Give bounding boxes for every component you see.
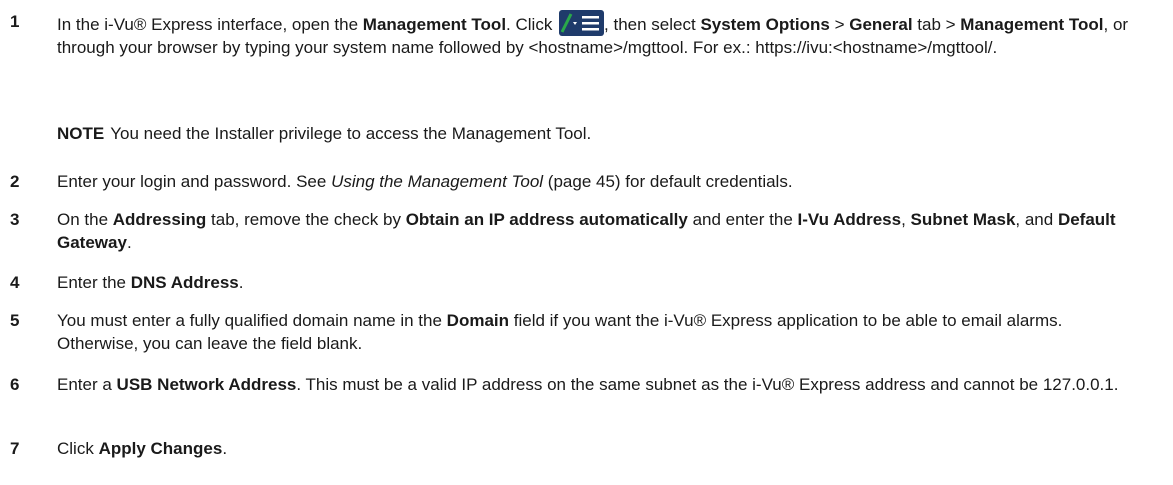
bold-term: Domain bbox=[446, 311, 510, 330]
bold-term: USB Network Address bbox=[116, 375, 297, 394]
note-label: NOTE bbox=[57, 124, 105, 143]
step-number: 2 bbox=[10, 172, 20, 191]
bold-term: Management Tool bbox=[960, 15, 1104, 34]
text-run: > bbox=[829, 15, 850, 34]
bold-term: Management Tool bbox=[362, 15, 507, 34]
step-number: 4 bbox=[10, 273, 20, 292]
text-run: . bbox=[126, 233, 132, 252]
step-number: 6 bbox=[10, 375, 20, 394]
italic-reference: Using the Management Tool bbox=[331, 172, 544, 191]
management-tool-icon bbox=[559, 10, 605, 36]
bold-term: System Options bbox=[700, 15, 830, 34]
note-body: You need the Installer privilege to acce… bbox=[110, 124, 592, 143]
text-run: Click bbox=[57, 439, 99, 458]
text-run: Enter a bbox=[57, 375, 117, 394]
bold-term: Addressing bbox=[112, 210, 207, 229]
text-run: . bbox=[222, 439, 228, 458]
step-text: Enter a USB Network Address. This must b… bbox=[57, 373, 1133, 396]
note-text: NOTE You need the Installer privilege to … bbox=[57, 122, 1133, 145]
bold-term: I-Vu Address bbox=[797, 210, 902, 229]
text-run: and enter the bbox=[687, 210, 798, 229]
bold-term: General bbox=[849, 15, 913, 34]
step-text: On the Addressing tab, remove the check … bbox=[57, 208, 1133, 254]
step-text: You must enter a fully qualified domain … bbox=[57, 309, 1133, 355]
step-number: 7 bbox=[10, 439, 20, 458]
text-run: On the bbox=[57, 210, 113, 229]
text-run: . Click bbox=[506, 15, 558, 34]
step-text: In the i-Vu® Express interface, open the… bbox=[57, 10, 1133, 59]
step-text: Click Apply Changes. bbox=[57, 437, 1133, 460]
text-run: Enter your login and password. See bbox=[57, 172, 332, 191]
text-run: , and bbox=[1015, 210, 1058, 229]
text-run: , bbox=[901, 210, 911, 229]
bold-term: DNS Address bbox=[130, 273, 239, 292]
text-run: tab > bbox=[912, 15, 961, 34]
step-number: 5 bbox=[10, 311, 20, 330]
text-run: In the i-Vu® Express interface, open the bbox=[57, 15, 363, 34]
step-number: 3 bbox=[10, 210, 20, 229]
bold-term: Subnet Mask bbox=[910, 210, 1016, 229]
text-run: (page 45) for default credentials. bbox=[543, 172, 793, 191]
step-text: Enter the DNS Address. bbox=[57, 271, 1133, 294]
text-run: . bbox=[238, 273, 244, 292]
bold-term: Obtain an IP address automatically bbox=[405, 210, 688, 229]
text-run: You must enter a fully qualified domain … bbox=[57, 311, 447, 330]
text-run: tab, remove the check by bbox=[206, 210, 406, 229]
step-text: Enter your login and password. See Using… bbox=[57, 170, 1133, 193]
text-run: , then select bbox=[604, 15, 701, 34]
step-number: 1 bbox=[10, 12, 20, 31]
text-run: . This must be a valid IP address on the… bbox=[296, 375, 1119, 394]
bold-term: Apply Changes bbox=[98, 439, 223, 458]
text-run: Enter the bbox=[57, 273, 131, 292]
